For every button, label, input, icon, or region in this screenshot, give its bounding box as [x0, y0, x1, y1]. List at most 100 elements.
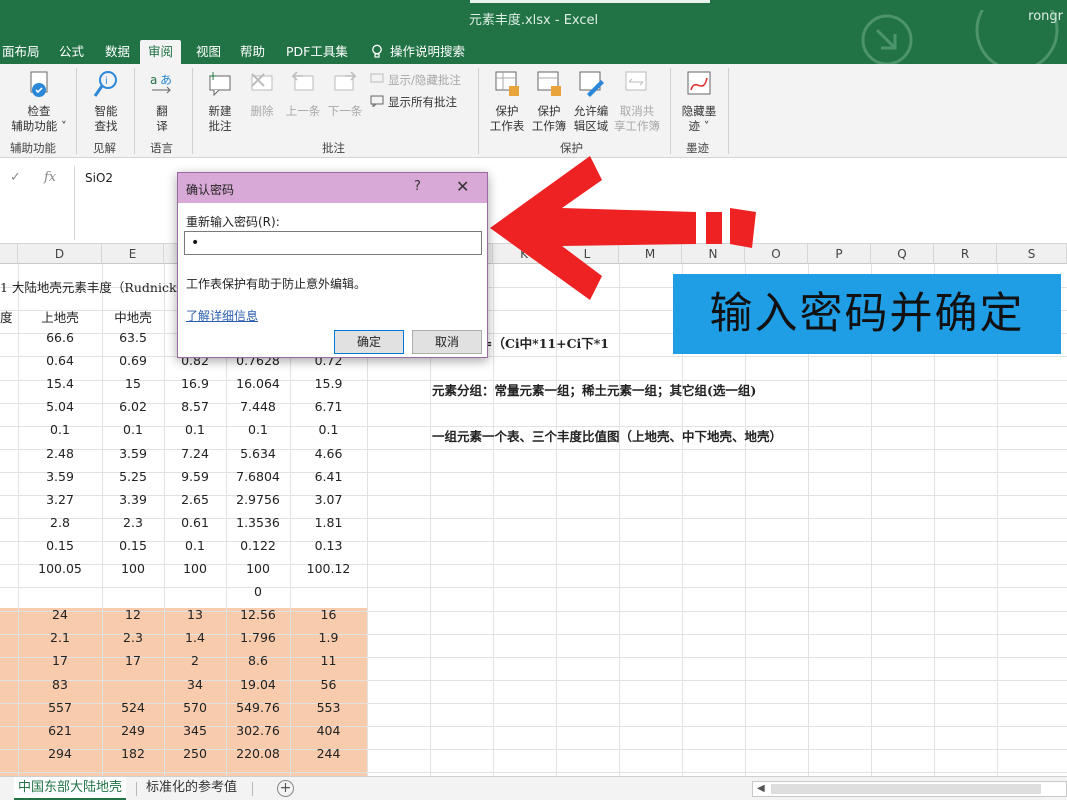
data-cell[interactable]: 13 [164, 607, 226, 622]
hide-ink-button[interactable]: 隐藏墨 迹 ˅ [676, 70, 722, 134]
note-charts[interactable]: 一组元素一个表、三个丰度比值图（上地壳、中下地壳、地壳） [432, 426, 782, 445]
data-cell[interactable]: 0.13 [290, 538, 367, 553]
tab-view[interactable]: 视图 [194, 40, 223, 64]
data-cell[interactable]: 63.5 [102, 330, 164, 345]
data-cell[interactable]: 19.04 [226, 677, 290, 692]
data-cell[interactable]: 2.3 [102, 515, 164, 530]
data-cell[interactable]: 0.1 [290, 422, 367, 437]
new-comment-button[interactable]: + 新建 批注 [198, 70, 242, 134]
data-cell[interactable]: 404 [290, 723, 367, 738]
data-cell[interactable]: 0.15 [18, 538, 102, 553]
data-cell[interactable]: 56 [290, 677, 367, 692]
tab-review[interactable]: 审阅 [140, 40, 182, 64]
prev-comment-button[interactable]: 上一条 [282, 70, 324, 119]
check-accessibility-button[interactable]: 检查 辅助功能 ˅ [6, 70, 72, 134]
data-cell[interactable]: 100.05 [18, 561, 102, 576]
data-cell[interactable]: 8.57 [164, 399, 226, 414]
data-cell[interactable]: 621 [18, 723, 102, 738]
column-header-s[interactable]: S [997, 244, 1067, 264]
data-cell[interactable]: 1.4 [164, 630, 226, 645]
note-grouping[interactable]: 元素分组：常量元素一组；稀土元素一组；其它组(选一组) [432, 380, 756, 399]
help-icon[interactable]: ? [414, 179, 421, 194]
data-cell[interactable]: 182 [102, 746, 164, 761]
data-cell[interactable]: 2.9756 [226, 492, 290, 507]
cancel-button[interactable]: 取消 [412, 330, 482, 354]
data-cell[interactable]: 2.65 [164, 492, 226, 507]
data-cell[interactable]: 1.796 [226, 630, 290, 645]
column-header-e[interactable]: E [102, 244, 164, 264]
protect-workbook-button[interactable]: 保护 工作簿 [528, 70, 570, 134]
data-cell[interactable]: 3.59 [18, 469, 102, 484]
data-cell[interactable]: 345 [164, 723, 226, 738]
data-cell[interactable]: 0.15 [102, 538, 164, 553]
data-cell[interactable]: 0.122 [226, 538, 290, 553]
data-cell[interactable]: 100 [226, 561, 290, 576]
data-cell[interactable]: 2.48 [18, 446, 102, 461]
next-comment-button[interactable]: 下一条 [324, 70, 366, 119]
tell-me-search[interactable]: 操作说明搜索 [368, 40, 467, 64]
data-cell[interactable]: 2.1 [18, 630, 102, 645]
data-cell[interactable]: 100 [164, 561, 226, 576]
header-cell-upper-crust[interactable]: 上地壳 [18, 307, 102, 326]
data-cell[interactable]: 570 [164, 700, 226, 715]
data-cell[interactable]: 3.59 [102, 446, 164, 461]
tab-formulas[interactable]: 公式 [57, 40, 86, 64]
table-title[interactable]: 1 大陆地壳元素丰度（Rudnick [0, 277, 177, 296]
learn-more-link[interactable]: 了解详细信息 [186, 307, 258, 324]
data-cell[interactable]: 3.27 [18, 492, 102, 507]
tab-page-layout[interactable]: 面布局 [0, 40, 42, 64]
data-cell[interactable]: 250 [164, 746, 226, 761]
column-header-partial[interactable] [0, 244, 18, 264]
data-cell[interactable]: 553 [290, 700, 367, 715]
data-cell[interactable]: 220.08 [226, 746, 290, 761]
sheet-tab-reference-values[interactable]: 标准化的参考值 [142, 777, 241, 800]
unshare-workbook-button[interactable]: 取消共 享工作簿 [612, 70, 662, 134]
data-cell[interactable]: 0.69 [102, 353, 164, 368]
data-cell[interactable]: 12 [102, 607, 164, 622]
column-header-q[interactable]: Q [871, 244, 934, 264]
horizontal-scrollbar[interactable]: ◀ [752, 781, 1067, 797]
data-cell[interactable]: 6.41 [290, 469, 367, 484]
data-cell[interactable]: 0.1 [102, 422, 164, 437]
data-cell[interactable]: 1.81 [290, 515, 367, 530]
ok-button[interactable]: 确定 [334, 330, 404, 354]
data-cell[interactable]: 5.25 [102, 469, 164, 484]
data-cell[interactable]: 34 [164, 677, 226, 692]
data-cell[interactable]: 0.1 [226, 422, 290, 437]
scroll-left-icon[interactable]: ◀ [757, 783, 765, 794]
data-cell[interactable]: 524 [102, 700, 164, 715]
data-cell[interactable]: 5.634 [226, 446, 290, 461]
data-cell[interactable]: 66.6 [18, 330, 102, 345]
data-cell[interactable]: 83 [18, 677, 102, 692]
data-cell[interactable]: 294 [18, 746, 102, 761]
data-cell[interactable]: 1.3536 [226, 515, 290, 530]
data-cell[interactable]: 16.064 [226, 376, 290, 391]
delete-comment-button[interactable]: 删除 [242, 70, 282, 119]
data-cell[interactable]: 2 [164, 653, 226, 668]
data-cell[interactable]: 11 [290, 653, 367, 668]
header-cell-middle-crust[interactable]: 中地壳 [102, 307, 164, 326]
data-cell[interactable]: 16.9 [164, 376, 226, 391]
smart-lookup-button[interactable]: i 智能 查找 [84, 70, 128, 134]
data-cell[interactable]: 6.02 [102, 399, 164, 414]
data-cell[interactable]: 6.71 [290, 399, 367, 414]
add-sheet-icon[interactable]: + [277, 780, 294, 797]
confirm-icon[interactable]: ✓ [10, 170, 21, 185]
data-cell[interactable]: 3.07 [290, 492, 367, 507]
data-cell[interactable]: 8.6 [226, 653, 290, 668]
data-cell[interactable]: 0.1 [18, 422, 102, 437]
show-all-comments-button[interactable]: 显示所有批注 [370, 94, 457, 110]
data-cell[interactable]: 249 [102, 723, 164, 738]
show-hide-comment-button[interactable]: 显示/隐藏批注 [370, 72, 461, 88]
data-cell[interactable]: 7.6804 [226, 469, 290, 484]
fx-icon[interactable]: fx [44, 170, 56, 185]
close-icon[interactable]: ✕ [456, 177, 469, 196]
header-cell-partial[interactable]: 度 [0, 307, 18, 326]
data-cell[interactable]: 24 [18, 607, 102, 622]
scroll-thumb[interactable] [771, 784, 1041, 794]
data-cell[interactable]: 2.3 [102, 630, 164, 645]
sheet-tab-east-china-crust[interactable]: 中国东部大陆地壳 [14, 777, 127, 800]
data-cell[interactable]: 557 [18, 700, 102, 715]
data-cell[interactable]: 15.9 [290, 376, 367, 391]
data-cell[interactable]: 0 [226, 584, 290, 599]
